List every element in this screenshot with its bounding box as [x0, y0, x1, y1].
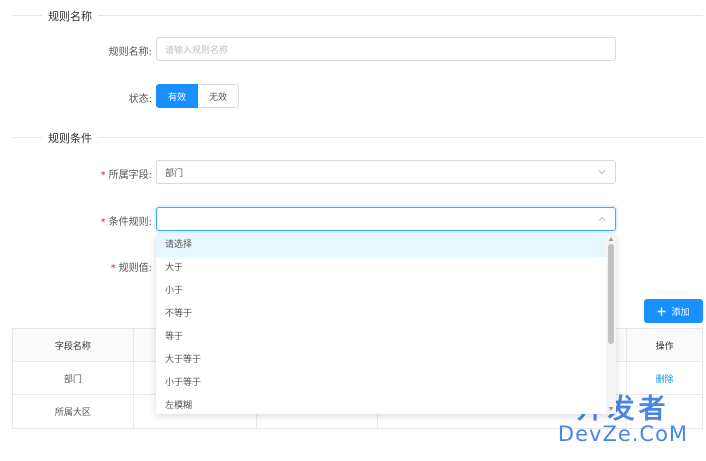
- dropdown-option[interactable]: 左模糊: [156, 395, 616, 414]
- section-title-rule-conditions: 规则条件: [42, 130, 98, 146]
- section-title-rule-name: 规则名称: [42, 8, 98, 24]
- rule-name-input[interactable]: 请输入规则名称: [156, 37, 616, 61]
- table-cell: 所属大区: [13, 395, 134, 428]
- table-header-cell: 字段名称: [13, 329, 134, 361]
- required-mark: *: [100, 170, 106, 181]
- condition-label-text: 条件规则:: [108, 217, 152, 228]
- field-select-value: 部门: [165, 168, 184, 179]
- section-divider-rule-conditions: [12, 137, 703, 138]
- dropdown-scrollbar-thumb[interactable]: [608, 244, 614, 344]
- watermark-bottom: DevZe.CoM: [557, 422, 689, 446]
- rule-name-placeholder: 请输入规则名称: [165, 45, 229, 56]
- chevron-up-icon: [598, 216, 606, 221]
- required-mark: *: [100, 217, 106, 228]
- status-invalid-button[interactable]: 无效: [198, 84, 240, 108]
- add-button-label: 添加: [671, 307, 690, 318]
- dropdown-option[interactable]: 等于: [156, 326, 616, 349]
- delete-link[interactable]: 删除: [627, 362, 702, 394]
- scroll-down-icon[interactable]: [608, 406, 614, 412]
- table-cell: 部门: [13, 362, 134, 394]
- condition-select[interactable]: [156, 207, 616, 231]
- dropdown-option[interactable]: 不等于: [156, 303, 616, 326]
- rule-value-label: * 规则值:: [111, 259, 152, 274]
- dropdown-option[interactable]: 小于: [156, 280, 616, 303]
- field-label-text: 所属字段:: [108, 170, 152, 181]
- plus-icon: [657, 307, 666, 315]
- rule-name-label: 规则名称:: [108, 47, 152, 58]
- condition-label: * 条件规则:: [101, 213, 152, 228]
- required-mark: *: [110, 263, 116, 274]
- dropdown-scrollbar[interactable]: [606, 234, 616, 414]
- field-select[interactable]: 部门: [156, 160, 616, 184]
- rule-value-label-text: 规则值:: [118, 263, 152, 274]
- table-header-cell: 操作: [655, 341, 674, 352]
- dropdown-option[interactable]: 小于等于: [156, 372, 616, 395]
- status-valid-button[interactable]: 有效: [156, 84, 199, 108]
- status-label: 状态:: [128, 94, 152, 105]
- scroll-up-icon[interactable]: [608, 236, 614, 242]
- section-divider-rule-name: [12, 15, 703, 16]
- add-button[interactable]: 添加: [644, 299, 703, 323]
- dropdown-option[interactable]: 大于: [156, 257, 616, 280]
- status-radio-group: 有效 无效: [156, 84, 240, 108]
- field-label: * 所属字段:: [101, 166, 152, 181]
- chevron-down-icon: [598, 170, 606, 175]
- dropdown-option[interactable]: 请选择: [156, 234, 616, 257]
- dropdown-option[interactable]: 大于等于: [156, 349, 616, 372]
- condition-dropdown: 请选择 大于 小于 不等于 等于 大于等于 小于等于 左模糊: [156, 234, 616, 414]
